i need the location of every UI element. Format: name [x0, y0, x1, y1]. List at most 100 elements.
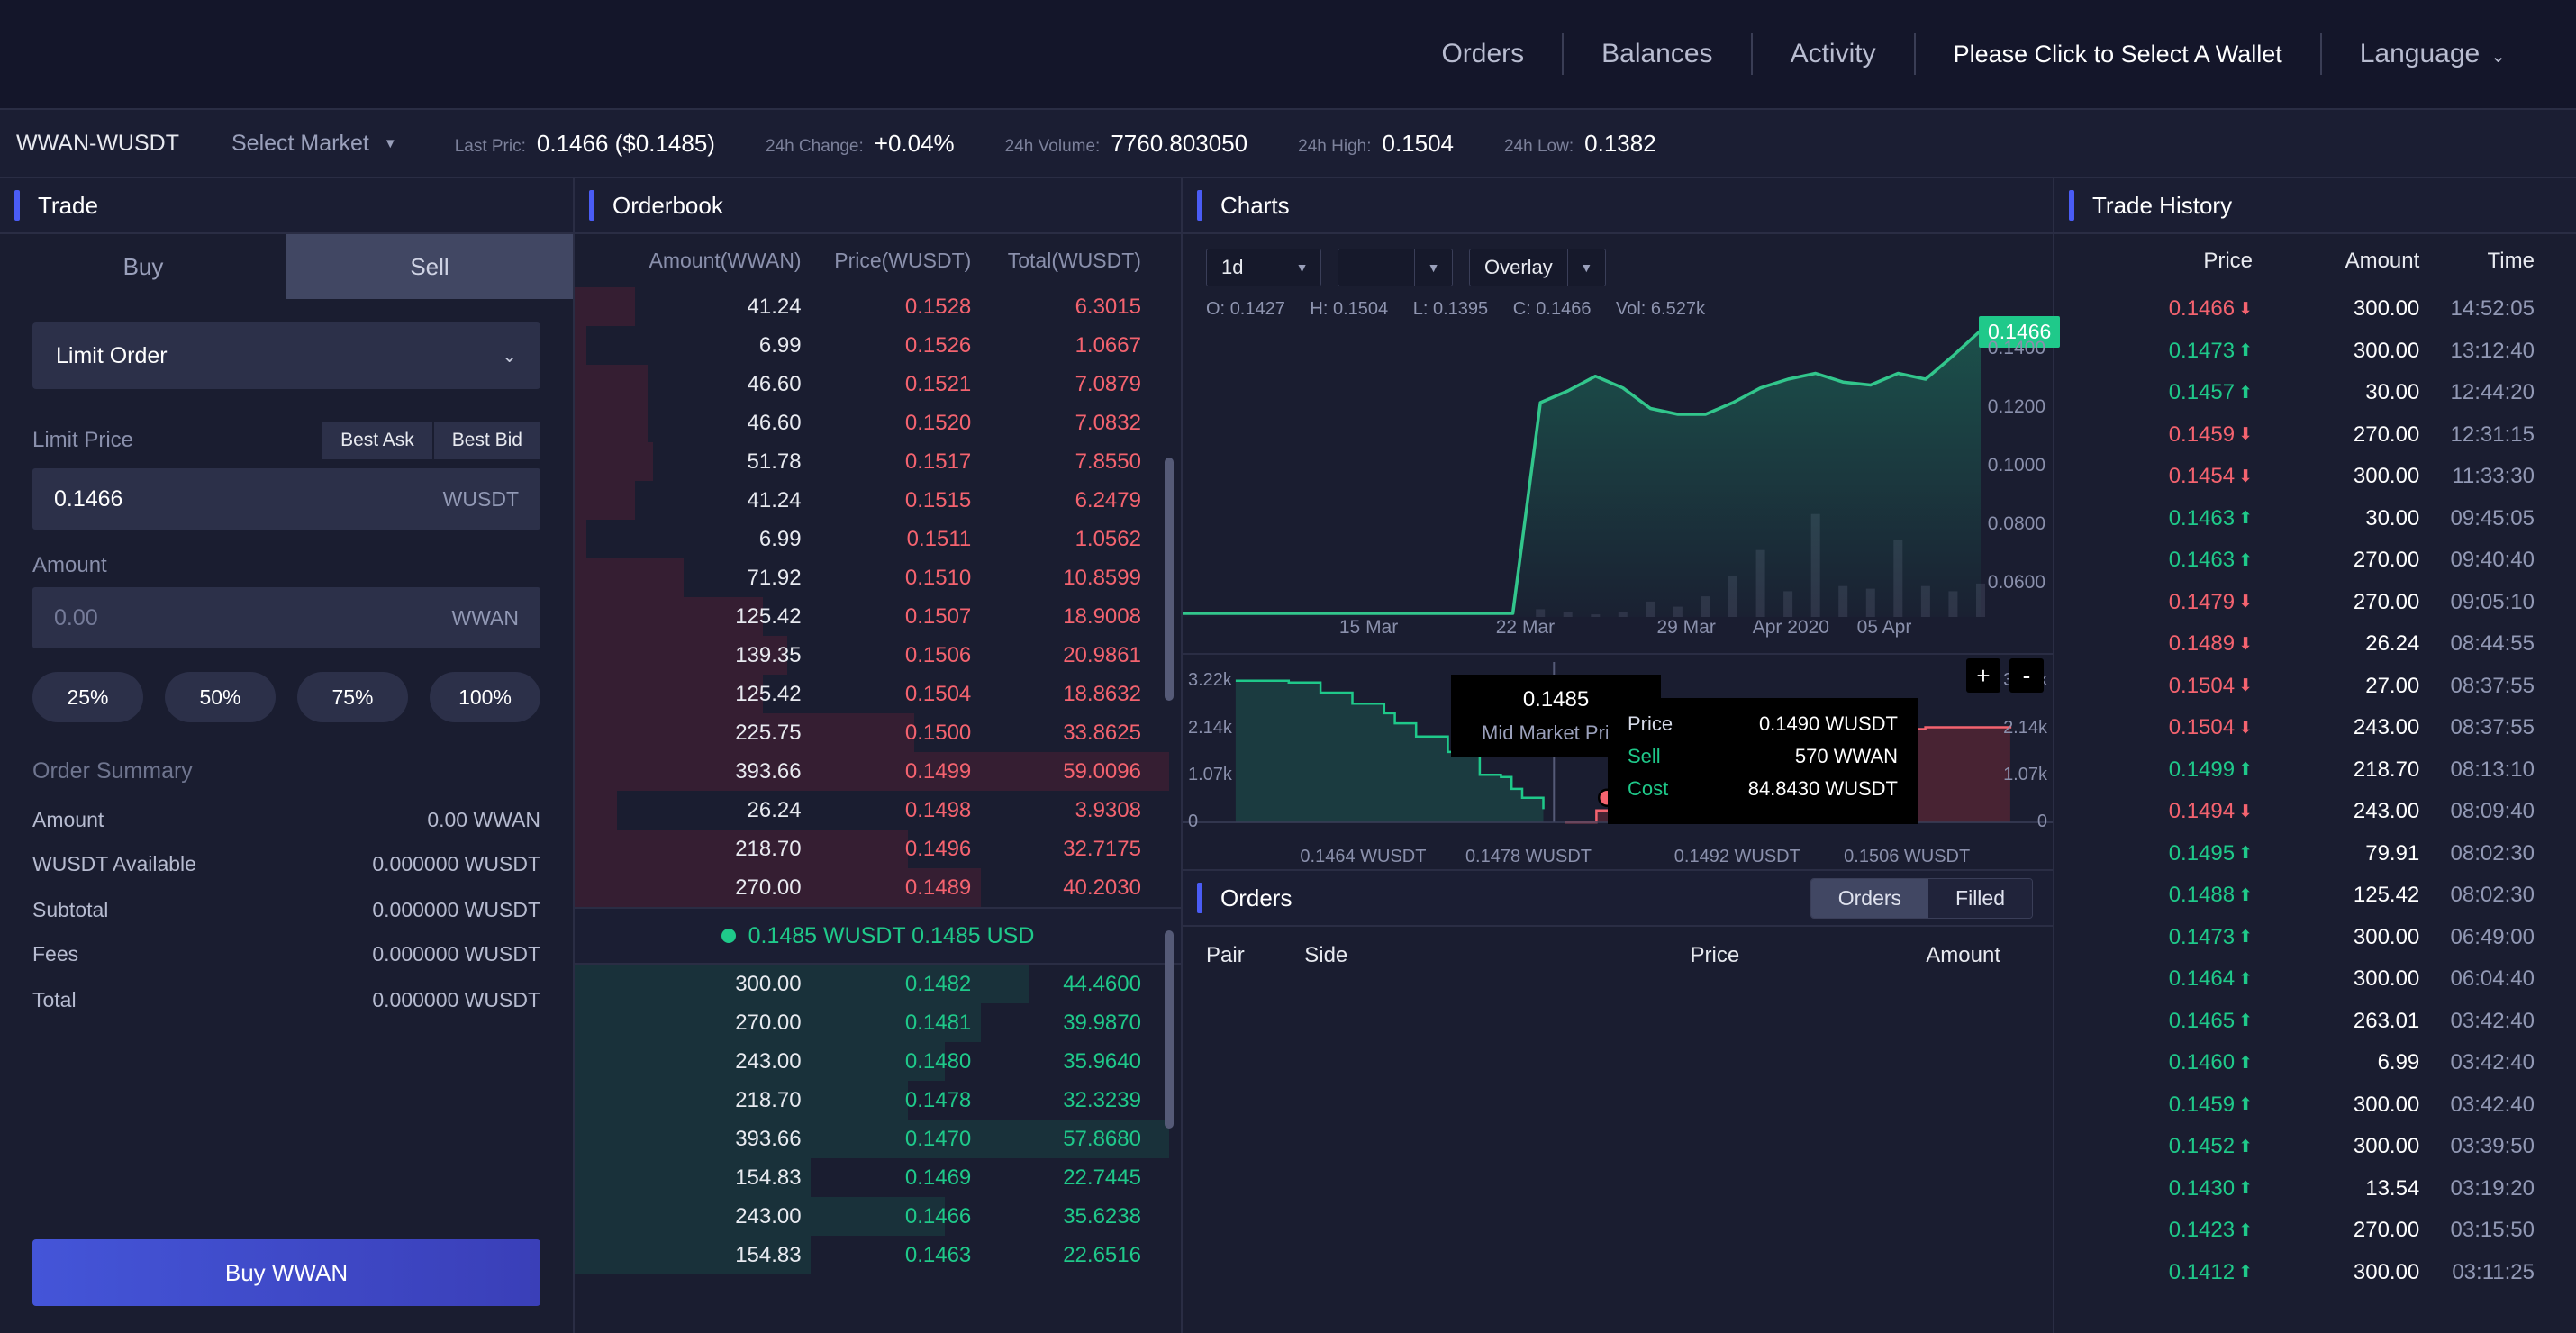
orderbook-asks-scrollbar[interactable] — [1165, 458, 1174, 701]
orderbook-row[interactable]: 46.600.15207.0832 — [575, 404, 1181, 442]
trade-history-panel: Trade History Price Amount Time 0.1466⬇3… — [2054, 178, 2576, 1333]
cell-price: 0.1465⬆ — [2054, 1009, 2253, 1034]
overlay-select[interactable]: Overlay ▼ — [1469, 249, 1606, 286]
secondary-select[interactable]: ▼ — [1338, 249, 1453, 286]
secondary-value — [1338, 249, 1414, 286]
nav-item-balances[interactable]: Balances — [1564, 39, 1750, 69]
percent-50-button[interactable]: 50% — [165, 672, 276, 722]
arrow-down-icon: ⬇ — [2238, 718, 2253, 739]
history-row: 0.1499⬆218.7008:13:10 — [2054, 749, 2576, 792]
orderbook-row[interactable]: 125.420.150718.9008 — [575, 597, 1181, 636]
language-label: Language — [2360, 39, 2480, 68]
cell-price: 0.1495⬆ — [2054, 841, 2253, 866]
cell-time: 03:15:50 — [2419, 1218, 2576, 1243]
cell-amount: 300.00 — [2253, 339, 2419, 364]
price-value: 0.1494 — [2169, 799, 2235, 824]
trade-history-header: Trade History — [2054, 178, 2576, 234]
orderbook-row[interactable]: 26.240.14983.9308 — [575, 791, 1181, 830]
orderbook-row[interactable]: 270.000.148139.9870 — [575, 1003, 1181, 1042]
order-type-select[interactable]: Limit Order ⌄ — [32, 322, 540, 389]
cell-total: 32.7175 — [971, 837, 1141, 862]
limit-price-input[interactable]: 0.1466 WUSDT — [32, 468, 540, 530]
tab-buy[interactable]: Buy — [0, 234, 286, 299]
cell-time: 08:02:30 — [2419, 883, 2576, 908]
stat-last-price: Last Pric: 0.1466 ($0.1485) — [455, 130, 715, 158]
price-value: 0.1473 — [2169, 925, 2235, 950]
orderbook-row[interactable]: 393.660.149959.0096 — [575, 752, 1181, 791]
language-selector[interactable]: Language⌄ — [2322, 39, 2544, 69]
price-chart[interactable]: 0.1466 0.14000.12000.10000.08000.0600 — [1183, 320, 2053, 617]
best-ask-button[interactable]: Best Ask — [322, 422, 432, 459]
orderbook-row[interactable]: 41.240.15286.3015 — [575, 287, 1181, 326]
ohlc-readout: O: 0.1427 H: 0.1504 L: 0.1395 C: 0.1466 … — [1183, 294, 2053, 320]
cell-amount: 71.92 — [575, 566, 802, 591]
cell-price: 0.1480 — [802, 1049, 972, 1075]
select-wallet-button[interactable]: Please Click to Select A Wallet — [1916, 41, 2320, 68]
orderbook-row[interactable]: 218.700.147832.3239 — [575, 1081, 1181, 1120]
cell-price: 0.1504⬇ — [2054, 674, 2253, 699]
amount-input[interactable]: 0.00 WWAN — [32, 587, 540, 648]
history-row: 0.1494⬇243.0008:09:40 — [2054, 791, 2576, 833]
price-value: 0.1499 — [2169, 757, 2235, 783]
depth-chart[interactable]: 3.22k2.14k1.07k0 3.22k2.14k1.07k0 0.1464… — [1183, 653, 2053, 869]
cell-amount: 6.99 — [575, 527, 802, 552]
orderbook-row[interactable]: 125.420.150418.8632 — [575, 675, 1181, 713]
cell-time: 08:09:40 — [2419, 799, 2576, 824]
best-bid-button[interactable]: Best Bid — [432, 422, 540, 459]
history-row: 0.1473⬆300.0013:12:40 — [2054, 331, 2576, 373]
price-value: 0.1412 — [2169, 1260, 2235, 1285]
nav-item-orders[interactable]: Orders — [1403, 39, 1562, 69]
orderbook-row[interactable]: 6.990.15261.0667 — [575, 326, 1181, 365]
arrow-up-icon: ⬆ — [2238, 1011, 2253, 1031]
price-value: 0.1466 — [2169, 296, 2235, 322]
percent-100-button[interactable]: 100% — [430, 672, 540, 722]
cell-total: 6.3015 — [971, 295, 1141, 320]
orderbook-row[interactable]: 139.350.150620.9861 — [575, 636, 1181, 675]
orderbook-row[interactable]: 243.000.148035.9640 — [575, 1042, 1181, 1081]
percent-75-button[interactable]: 75% — [297, 672, 408, 722]
interval-select[interactable]: 1d ▼ — [1206, 249, 1321, 286]
cell-amount: 263.01 — [2253, 1009, 2419, 1034]
orderbook-bids-scrollbar[interactable] — [1165, 930, 1174, 1129]
orderbook-row[interactable]: 243.000.146635.6238 — [575, 1197, 1181, 1236]
cell-price: 0.1452⬆ — [2054, 1134, 2253, 1159]
history-row: 0.1459⬆300.0003:42:40 — [2054, 1084, 2576, 1127]
column-price: Price — [2054, 249, 2253, 274]
tab-sell[interactable]: Sell — [286, 234, 573, 299]
buy-button[interactable]: Buy WWAN — [32, 1239, 540, 1306]
orders-columns: Pair Side Price Amount — [1183, 927, 2053, 984]
orderbook-row[interactable]: 41.240.15156.2479 — [575, 481, 1181, 520]
tab-filled[interactable]: Filled — [1928, 879, 2032, 918]
orderbook-row[interactable]: 393.660.147057.8680 — [575, 1120, 1181, 1158]
orderbook-row[interactable]: 154.830.146922.7445 — [575, 1158, 1181, 1197]
orderbook-row[interactable]: 71.920.151010.8599 — [575, 558, 1181, 597]
cell-amount: 300.00 — [2253, 925, 2419, 950]
orderbook-row[interactable]: 218.700.149632.7175 — [575, 830, 1181, 868]
price-value: 0.1465 — [2169, 1009, 2235, 1034]
cell-amount: 27.00 — [2253, 674, 2419, 699]
cell-total: 7.0832 — [971, 411, 1141, 436]
zoom-out-button[interactable]: - — [2009, 658, 2044, 693]
orderbook-row[interactable]: 154.830.146322.6516 — [575, 1236, 1181, 1274]
arrow-down-icon: ⬇ — [2238, 299, 2253, 320]
cell-amount: 300.00 — [2253, 296, 2419, 322]
history-row: 0.1460⬆6.9903:42:40 — [2054, 1042, 2576, 1084]
price-value: 0.1430 — [2169, 1176, 2235, 1202]
zoom-in-button[interactable]: + — [1966, 658, 2000, 693]
tab-orders[interactable]: Orders — [1811, 879, 1928, 918]
cell-time: 13:12:40 — [2419, 339, 2576, 364]
orderbook-row[interactable]: 225.750.150033.8625 — [575, 713, 1181, 752]
orderbook-row[interactable]: 46.600.15217.0879 — [575, 365, 1181, 404]
cell-total: 18.8632 — [971, 682, 1141, 707]
orderbook-row[interactable]: 6.990.15111.0562 — [575, 520, 1181, 558]
arrow-down-icon: ⬇ — [2238, 676, 2253, 696]
history-row: 0.1489⬇26.2408:44:55 — [2054, 623, 2576, 666]
nav-item-activity[interactable]: Activity — [1753, 39, 1914, 69]
orderbook-row[interactable]: 270.000.148940.2030 — [575, 868, 1181, 907]
orderbook-row[interactable]: 51.780.15177.8550 — [575, 442, 1181, 481]
order-type-value: Limit Order — [56, 343, 168, 369]
percent-25-button[interactable]: 25% — [32, 672, 143, 722]
cell-time: 08:13:10 — [2419, 757, 2576, 783]
orderbook-row[interactable]: 300.000.148244.4600 — [575, 965, 1181, 1003]
select-market-dropdown[interactable]: Select Market ▼ — [231, 131, 397, 157]
